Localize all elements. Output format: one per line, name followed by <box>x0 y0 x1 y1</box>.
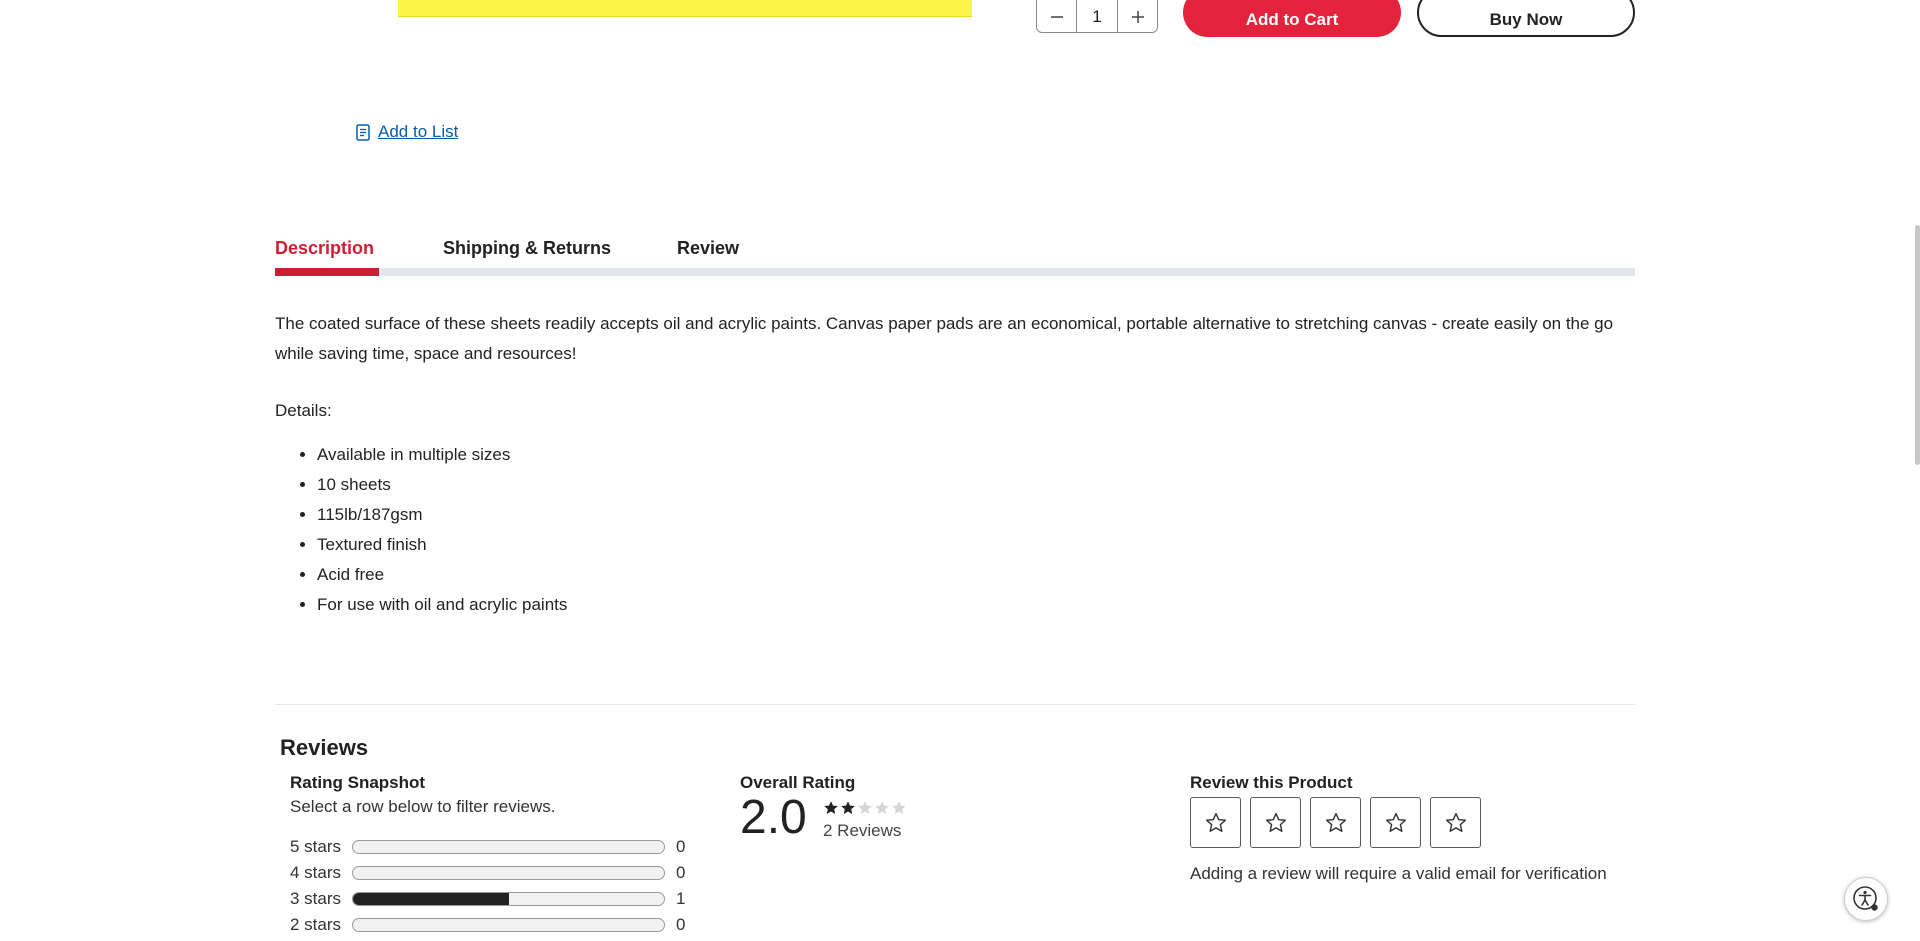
rate-5-star-button[interactable] <box>1430 797 1481 848</box>
rate-4-star-button[interactable] <box>1370 797 1421 848</box>
tab-description[interactable]: Description <box>275 238 374 259</box>
tab-track <box>275 268 1635 276</box>
list-item: 10 sheets <box>317 470 567 500</box>
star-outline-icon <box>1265 812 1286 832</box>
quantity-stepper: 1 <box>1036 0 1158 33</box>
star-empty-icon <box>892 801 906 814</box>
tab-shipping-returns[interactable]: Shipping & Returns <box>443 238 611 259</box>
accessibility-icon <box>1853 886 1878 911</box>
plus-icon <box>1131 10 1144 23</box>
details-list: Available in multiple sizes 10 sheets 11… <box>317 440 567 620</box>
star-empty-icon <box>858 801 872 814</box>
overall-rating-score: 2.0 <box>740 791 807 844</box>
page-scrollbar[interactable] <box>1915 225 1920 465</box>
list-document-icon <box>356 123 370 141</box>
star-filled-icon <box>824 801 838 814</box>
rating-snapshot-title: Rating Snapshot <box>290 773 426 792</box>
rating-row-label: 5 stars <box>290 837 342 856</box>
add-to-list-link[interactable]: Add to List <box>356 122 458 142</box>
rating-row-label: 3 stars <box>290 889 342 908</box>
product-page: 1 Add to Cart Buy Now Add to List Descri… <box>0 0 1920 941</box>
product-description: The coated surface of these sheets readi… <box>275 314 1614 363</box>
star-outline-icon <box>1385 812 1406 832</box>
overall-review-count: 2 Reviews <box>823 821 902 840</box>
product-tabs: Description Shipping & Returns Review <box>275 236 1635 276</box>
accessibility-button[interactable] <box>1844 877 1888 921</box>
star-outline-icon <box>1445 812 1466 832</box>
section-divider <box>275 704 1635 705</box>
buy-now-button[interactable]: Buy Now <box>1417 0 1635 37</box>
rating-row-label: 4 stars <box>290 863 342 882</box>
rating-bar <box>352 840 665 854</box>
rating-bar <box>352 918 665 932</box>
product-image <box>398 0 972 17</box>
active-tab-indicator <box>275 268 379 276</box>
rating-row-label: 2 stars <box>290 915 342 934</box>
reviews-heading: Reviews <box>280 735 369 760</box>
star-outline-icon <box>1325 812 1346 832</box>
star-empty-icon <box>875 801 889 814</box>
rating-snapshot-rows: 5 stars 0 4 stars 0 3 stars 1 2 stars 0 <box>290 834 685 938</box>
review-email-note: Adding a review will require a valid ema… <box>1190 864 1607 883</box>
details-label: Details: <box>275 401 332 420</box>
minus-icon <box>1050 15 1063 18</box>
rating-row-count: 0 <box>676 915 686 934</box>
rating-filter-row[interactable]: 3 stars 1 <box>290 886 685 912</box>
rating-filter-row[interactable]: 5 stars 0 <box>290 834 685 860</box>
rating-snapshot-subtitle: Select a row below to filter reviews. <box>290 797 556 816</box>
list-item: Available in multiple sizes <box>317 440 567 470</box>
rate-3-star-button[interactable] <box>1310 797 1361 848</box>
tab-review[interactable]: Review <box>677 238 739 259</box>
rate-1-star-button[interactable] <box>1190 797 1241 848</box>
add-to-cart-button[interactable]: Add to Cart <box>1183 0 1401 37</box>
rating-row-count: 0 <box>676 863 686 882</box>
review-product-title: Review this Product <box>1190 773 1353 792</box>
rating-bar <box>352 866 665 880</box>
overall-rating-stars <box>823 800 907 816</box>
rating-row-count: 1 <box>676 889 686 908</box>
increase-quantity-button[interactable] <box>1118 0 1157 32</box>
rating-row-count: 0 <box>676 837 686 856</box>
list-item: Textured finish <box>317 530 567 560</box>
list-item: 115lb/187gsm <box>317 500 567 530</box>
rating-filter-row[interactable]: 2 stars 0 <box>290 912 685 938</box>
list-item: For use with oil and acrylic paints <box>317 590 567 620</box>
decrease-quantity-button[interactable] <box>1037 0 1076 32</box>
add-to-list-label: Add to List <box>378 122 459 141</box>
rate-2-star-button[interactable] <box>1250 797 1301 848</box>
list-item: Acid free <box>317 560 567 590</box>
star-outline-icon <box>1205 812 1226 832</box>
star-filled-icon <box>841 801 855 814</box>
quantity-input[interactable]: 1 <box>1076 0 1118 32</box>
rating-bar-fill <box>353 893 509 905</box>
rating-filter-row[interactable]: 4 stars 0 <box>290 860 685 886</box>
rating-bar <box>352 892 665 906</box>
review-star-selector <box>1190 797 1481 848</box>
